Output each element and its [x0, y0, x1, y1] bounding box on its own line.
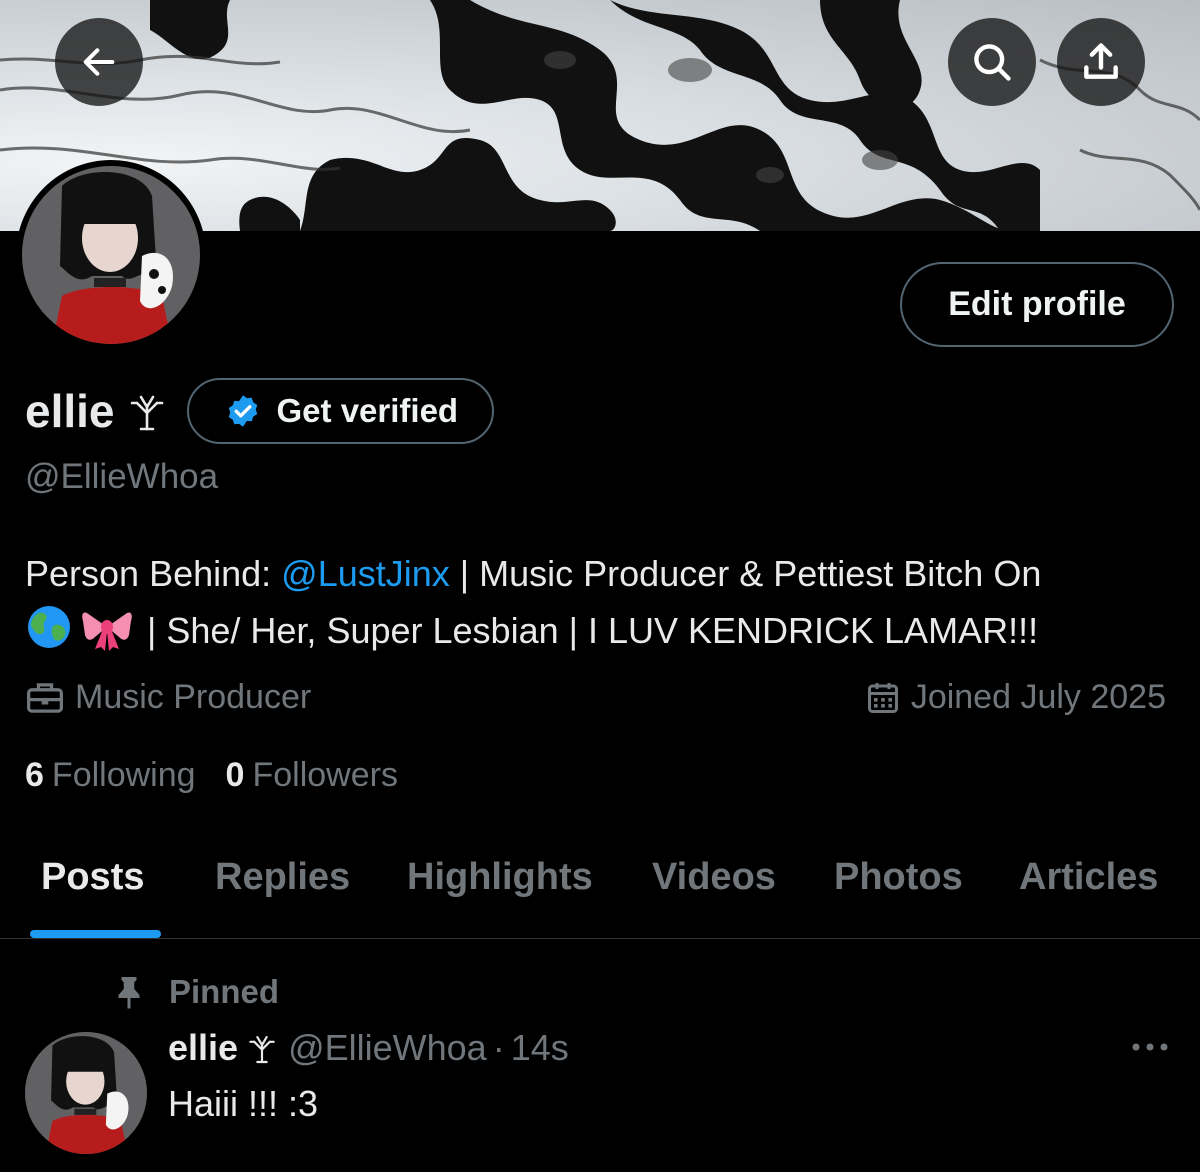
profession-item: Music Producer	[25, 678, 311, 717]
bio-mention-link[interactable]: @LustJinx	[281, 553, 450, 594]
joined-item: Joined July 2025	[865, 678, 1166, 717]
arrow-left-icon	[83, 48, 115, 76]
profession-label: Music Producer	[75, 678, 312, 716]
following-label: Following	[51, 756, 196, 794]
post-timestamp[interactable]: 14s	[511, 1027, 569, 1069]
share-button[interactable]	[1057, 18, 1145, 106]
post-header: ellie @EllieWhoa · 14s	[168, 1027, 569, 1069]
pinned-indicator: Pinned	[113, 973, 279, 1011]
verified-badge-icon	[228, 395, 257, 427]
pin-icon	[118, 977, 140, 1009]
post-author-name[interactable]: ellie	[168, 1027, 238, 1069]
briefcase-icon	[27, 682, 63, 713]
search-icon	[974, 44, 1011, 81]
bio-line2: | She/ Her, Super Lesbian | I LUV KENDRI…	[137, 610, 1039, 651]
post-avatar[interactable]	[25, 1032, 147, 1154]
back-button[interactable]	[55, 18, 143, 106]
post-text: Haiii !!! :3	[168, 1083, 319, 1124]
avatar-image	[22, 166, 200, 344]
get-verified-label: Get verified	[276, 392, 459, 429]
profile-handle: @EllieWhoa	[25, 457, 219, 496]
display-name: ellie	[25, 385, 115, 437]
tab-posts[interactable]: Posts	[41, 856, 144, 899]
ribbon-emoji-icon	[81, 607, 133, 651]
tab-replies[interactable]: Replies	[215, 856, 350, 899]
more-dots-icon	[1132, 1043, 1168, 1051]
followers-link[interactable]: 0 Followers	[226, 756, 398, 795]
followers-label: Followers	[252, 756, 398, 794]
follow-stats: 6 Following 0 Followers	[25, 756, 428, 795]
active-tab-indicator	[30, 930, 161, 938]
following-count: 6	[25, 756, 44, 794]
tab-articles[interactable]: Articles	[1019, 856, 1158, 899]
profile-tabs: Posts Replies Highlights Videos Photos A…	[0, 838, 1200, 939]
profile-avatar[interactable]	[16, 160, 206, 350]
bio-line1: | Music Producer & Pettiest Bitch On	[449, 553, 1042, 594]
globe-emoji-icon	[25, 603, 77, 648]
post-more-button[interactable]	[1130, 1040, 1170, 1059]
get-verified-button[interactable]: Get verified	[186, 378, 495, 444]
tab-videos[interactable]: Videos	[652, 856, 776, 899]
tab-photos[interactable]: Photos	[834, 856, 963, 899]
name-row: ellie Get verified	[25, 378, 495, 444]
joined-label: Joined July 2025	[910, 678, 1166, 716]
calendar-icon	[867, 682, 898, 713]
tab-highlights[interactable]: Highlights	[407, 856, 593, 899]
branch-glyph-icon	[248, 1032, 276, 1064]
branch-glyph-icon	[129, 391, 165, 431]
bio-prefix: Person Behind:	[25, 553, 282, 594]
profile-bio: Person Behind: @LustJinx | Music Produce…	[25, 545, 1185, 659]
post-author-handle[interactable]: @EllieWhoa	[288, 1027, 487, 1069]
share-icon	[1084, 43, 1118, 79]
followers-count: 0	[225, 756, 245, 794]
post-separator: ·	[492, 1027, 505, 1068]
following-link[interactable]: 6 Following	[25, 756, 196, 795]
pinned-label: Pinned	[169, 973, 280, 1010]
search-button[interactable]	[948, 18, 1036, 106]
edit-profile-button[interactable]: Edit profile	[900, 262, 1174, 347]
